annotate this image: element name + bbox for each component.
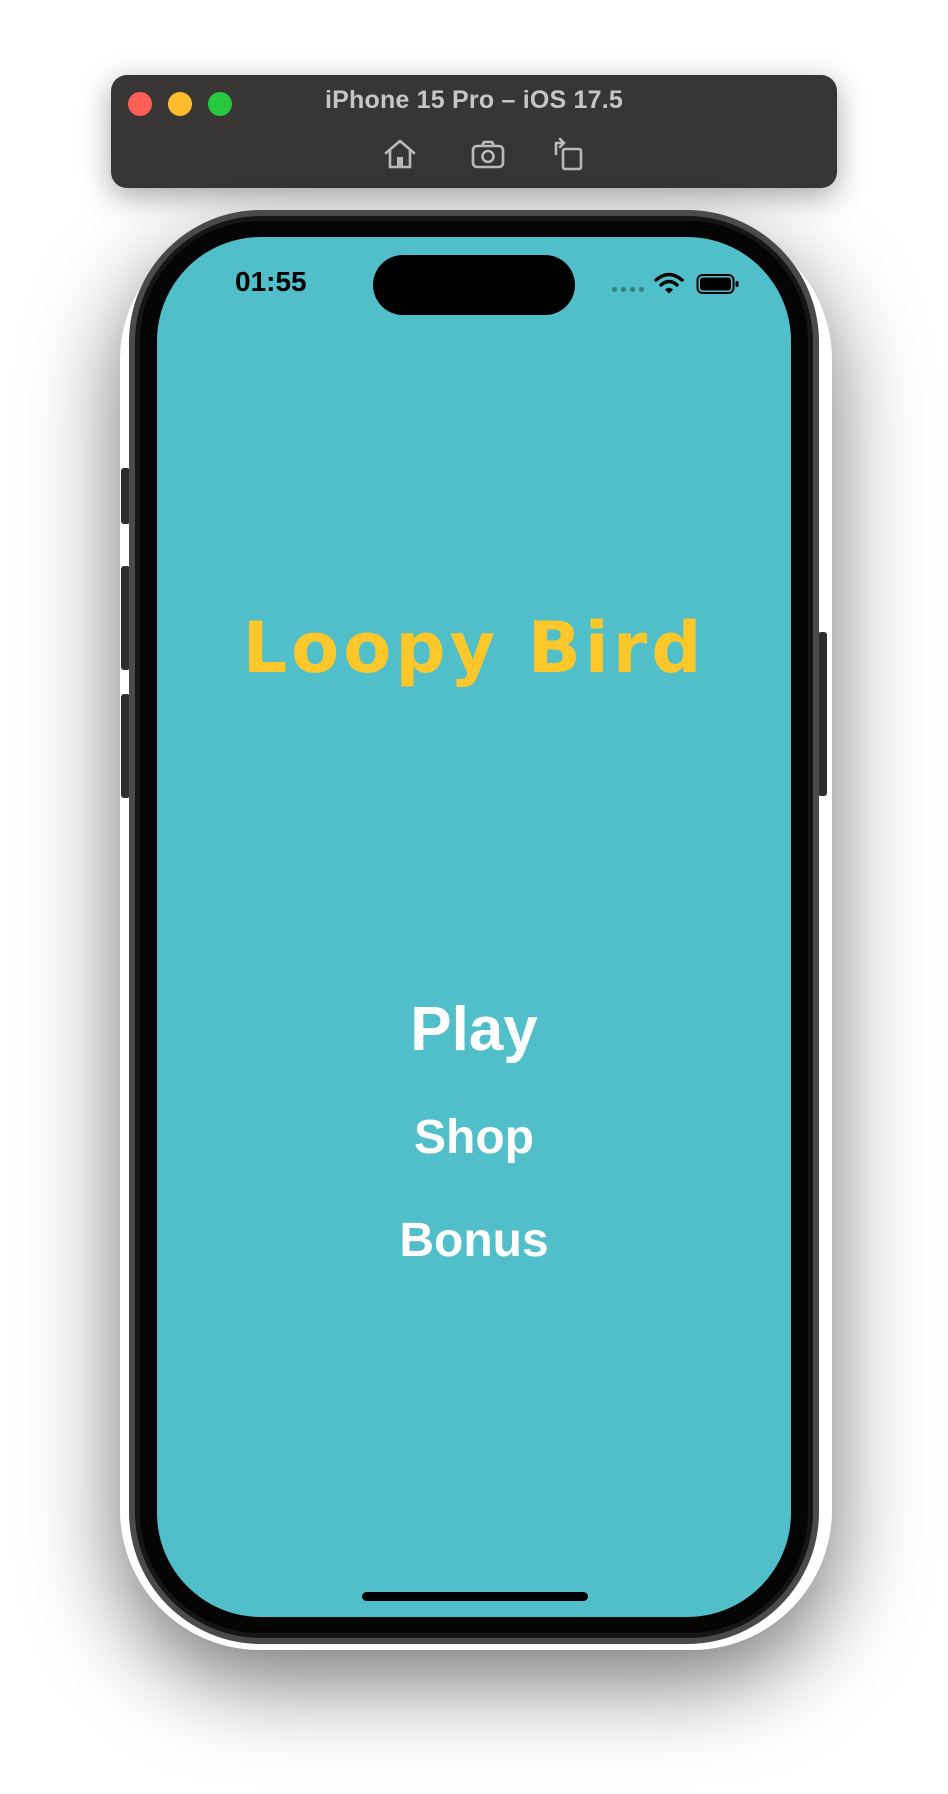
simulator-canvas: iPhone 15 Pro – iOS 17.5 01:55 Loopy Bir… — [0, 0, 948, 1794]
game-title: Loopy Bird — [242, 607, 706, 689]
play-button[interactable]: Play — [157, 994, 791, 1065]
bonus-button[interactable]: Bonus — [157, 1213, 791, 1268]
game-screen: 01:55 Loopy Bird Play Shop Bonus — [157, 237, 791, 1617]
status-time: 01:55 — [235, 266, 307, 297]
home-icon[interactable] — [380, 134, 420, 174]
power-button[interactable] — [818, 632, 827, 796]
rotate-icon[interactable] — [548, 134, 588, 174]
window-title: iPhone 15 Pro – iOS 17.5 — [325, 86, 623, 114]
battery-icon — [696, 274, 739, 294]
wifi-icon — [654, 272, 684, 294]
cellular-dots-icon — [612, 287, 644, 292]
home-indicator[interactable] — [362, 1592, 588, 1601]
screenshot-icon[interactable] — [468, 134, 508, 174]
dynamic-island — [373, 255, 575, 315]
shop-button[interactable]: Shop — [157, 1110, 791, 1165]
